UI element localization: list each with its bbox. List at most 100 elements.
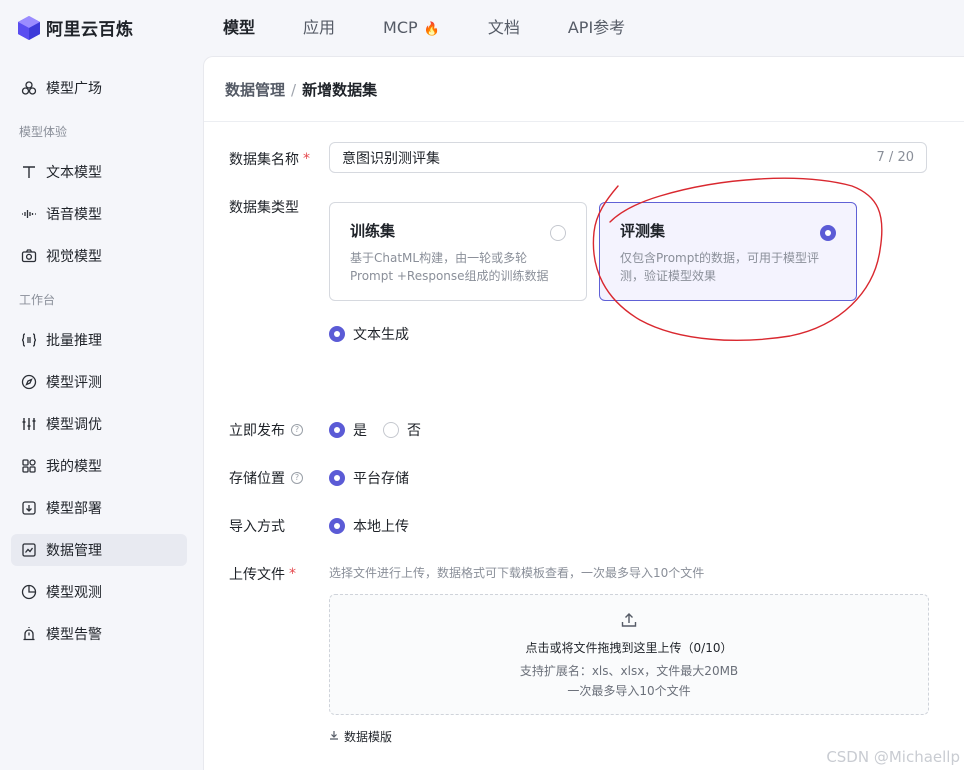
sliders-icon [20,415,38,433]
upload-dropzone[interactable]: 点击或将文件拖拽到这里上传（0/10） 支持扩展名：xls、xlsx，文件最大2… [329,594,929,715]
import-option-local[interactable]: 本地上传 [329,516,409,536]
radio-local-upload[interactable] [329,518,345,534]
dataset-name-input[interactable]: 意图识别测评集 7 / 20 [329,142,927,173]
compass-icon [20,373,38,391]
card-description: 仅包含Prompt的数据，可用于模型评测，验证模型效果 [620,251,820,283]
option-label: 平台存储 [353,471,409,487]
radio-publish-no[interactable] [383,422,399,438]
sidebar-item-label: 视觉模型 [46,249,102,265]
card-title: 评测集 [620,222,666,240]
deploy-box-icon [20,499,38,517]
cloud-nodes-icon [20,79,38,97]
main-panel: 数据管理 / 新增数据集 数据集名称 * 意图识别测评集 7 / 20 数据集类型 训… [203,56,964,770]
sidebar-item-vision-model[interactable]: 视觉模型 [11,240,187,272]
sidebar: 模型广场 模型体验 文本模型 语音模型 视觉模型 工作台 批量推理 模型评测 模… [0,56,203,770]
sidebar-item-text-model[interactable]: 文本模型 [11,156,187,188]
nav-tab-api-reference[interactable]: API参考 [553,0,640,56]
field-label-text: 上传文件 [229,567,285,583]
nav-tab-docs[interactable]: 文档 [473,0,535,56]
sidebar-item-model-tuning[interactable]: 模型调优 [11,408,187,440]
dataset-type-label: 数据集类型 [229,197,299,217]
option-label: 否 [407,423,421,439]
download-icon [329,730,339,743]
sidebar-item-model-deploy[interactable]: 模型部署 [11,492,187,524]
alarm-icon [20,625,38,643]
radio-training[interactable] [550,225,566,241]
field-label-text: 数据集名称 [229,152,299,168]
dataset-name-value: 意图识别测评集 [342,150,440,167]
chart-line-icon [20,541,38,559]
option-label: 是 [353,423,367,439]
breadcrumb-parent-link[interactable]: 数据管理 [225,81,285,99]
option-label: 本地上传 [353,519,409,535]
watermark: CSDN @Michaellp [826,748,960,766]
sidebar-item-label: 模型调优 [46,417,102,433]
radio-text-generation[interactable] [329,326,345,342]
sidebar-item-model-observe[interactable]: 模型观测 [11,576,187,608]
sidebar-item-voice-model[interactable]: 语音模型 [11,198,187,230]
option-label: 文本生成 [353,327,409,343]
upload-file-label: 上传文件 * [229,564,296,584]
sidebar-item-batch-inference[interactable]: 批量推理 [11,324,187,356]
flame-icon: 🔥 [423,22,440,37]
bailian-logo-icon [18,15,40,40]
sidebar-item-label: 我的模型 [46,459,102,475]
field-label-text: 数据集类型 [229,200,299,216]
card-title: 训练集 [350,222,396,240]
header-divider [204,121,964,122]
nav-tab-mcp[interactable]: MCP 🔥 [368,0,455,56]
storage-location-label: 存储位置? [229,468,303,488]
radio-publish-yes[interactable] [329,422,345,438]
nav-tab-models[interactable]: 模型 [208,0,270,56]
camera-icon [20,247,38,265]
dropzone-ext-text: 支持扩展名：xls、xlsx，文件最大20MB [519,664,739,678]
sidebar-item-model-square[interactable]: 模型广场 [11,72,187,104]
storage-option-platform[interactable]: 平台存储 [329,468,409,488]
sidebar-item-model-evaluation[interactable]: 模型评测 [11,366,187,398]
nav-tab-label: 应用 [303,18,336,37]
top-nav: 模型 应用 MCP 🔥 文档 API参考 [208,0,640,56]
nav-tab-apps[interactable]: 应用 [288,0,350,56]
breadcrumb: 数据管理 / 新增数据集 [225,79,377,100]
field-label-text: 存储位置 [229,471,285,487]
upload-icon [330,611,928,633]
field-label-text: 立即发布 [229,423,285,439]
radio-evaluation[interactable] [820,225,836,241]
required-marker: * [289,566,296,582]
dataset-type-card-evaluation[interactable]: 评测集 仅包含Prompt的数据，可用于模型评测，验证模型效果 [599,202,857,301]
subtype-option-text-generation[interactable]: 文本生成 [329,324,409,344]
sidebar-item-label: 模型告警 [46,627,102,643]
sidebar-section-model-experience: 模型体验 [19,125,68,139]
card-description: 基于ChatML构建，由一轮或多轮Prompt +Response组成的训练数据 [350,251,549,283]
field-label-text: 导入方式 [229,519,285,535]
dropzone-main-text: 点击或将文件拖拽到这里上传（0/10） [525,641,733,655]
upload-hint: 选择文件进行上传，数据格式可下载模板查看，一次最多导入10个文件 [329,566,705,580]
sidebar-item-model-alert[interactable]: 模型告警 [11,618,187,650]
nav-tab-label: 模型 [223,18,256,37]
pie-icon [20,583,38,601]
text-icon [20,163,38,181]
import-method-label: 导入方式 [229,516,285,536]
download-template-link[interactable]: 数据模版 [329,728,392,745]
nav-tab-label: API参考 [567,18,626,37]
grid-icon [20,457,38,475]
sidebar-item-label: 文本模型 [46,165,102,181]
required-marker: * [303,151,310,167]
help-icon[interactable]: ? [291,424,303,436]
dataset-type-card-training[interactable]: 训练集 基于ChatML构建，由一轮或多轮Prompt +Response组成的… [329,202,587,301]
char-count: 7 / 20 [876,150,914,165]
braces-list-icon [20,331,38,349]
sidebar-item-data-management[interactable]: 数据管理 [11,534,187,566]
sidebar-item-label: 模型广场 [46,81,102,97]
brand-logo[interactable]: 阿里云百炼 [18,15,134,40]
sidebar-item-label: 模型观测 [46,585,102,601]
radio-platform-storage[interactable] [329,470,345,486]
help-icon[interactable]: ? [291,472,303,484]
publish-option-yes[interactable]: 是 [329,420,367,440]
top-bar: 阿里云百炼 模型 应用 MCP 🔥 文档 API参考 [0,0,964,56]
sidebar-item-my-models[interactable]: 我的模型 [11,450,187,482]
nav-tab-label: 文档 [487,18,520,37]
sidebar-section-workbench: 工作台 [19,293,56,307]
dataset-name-label: 数据集名称 * [229,149,310,169]
publish-option-no[interactable]: 否 [383,420,421,440]
